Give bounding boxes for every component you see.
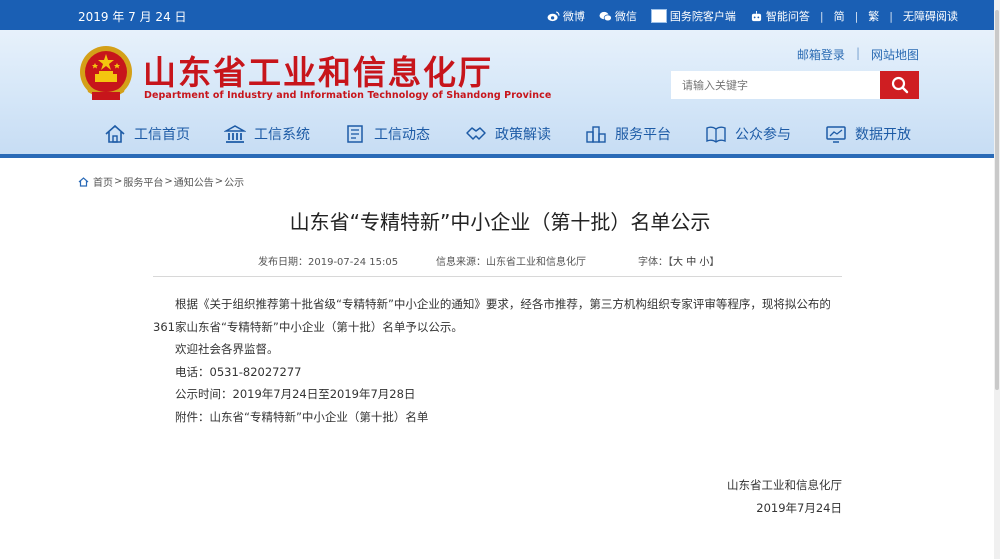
nav-label: 工信系统 [254,127,310,143]
gov-client-icon [650,9,667,23]
book-icon [706,126,726,143]
search-button[interactable] [880,71,919,99]
breadcrumb-home[interactable]: 首页 [93,174,113,189]
weibo-link[interactable]: 微博 [547,8,585,24]
nav-label: 政策解读 [495,127,551,143]
nav-label: 服务平台 [615,127,671,143]
signature-date: 2019年7月24日 [756,501,842,515]
font-bracket-close: 】 [709,257,720,268]
smart-qa-link[interactable]: 智能问答 [750,8,810,24]
info-source: 信息来源：山东省工业和信息化厅 [436,257,586,268]
mail-login-link[interactable]: 邮箱登录 [797,46,845,63]
vertical-scrollbar[interactable] [994,0,1000,559]
nav-item-service[interactable]: 服务平台 [585,124,671,144]
article-title: 山东省“专精特新”中小企业（第十批）名单公示 [289,210,711,234]
weibo-label: 微博 [562,10,585,23]
data-screen-icon [826,126,846,143]
font-size-switcher: 字体：【大 中 小】 [638,253,719,268]
breadcrumb-notice[interactable]: 通知公告 [174,174,214,189]
weibo-icon [547,10,560,21]
accessible-reading-label: 无障碍阅读 [903,10,958,23]
paragraph-1-line-2: 361家山东省“专精特新”中小企业（第十批）名单予以公示。 [153,319,463,334]
traditional-link[interactable]: 繁 [868,8,879,24]
font-size-label: 字体： [638,257,668,268]
main-nav: 工信首页 工信系统 工信动态 政策解读 服务平台 公众参与 数据开放 [0,118,1000,154]
site-map-link[interactable]: 网站地图 [871,46,919,63]
nav-item-data[interactable]: 数据开放 [825,124,911,144]
gov-client-link[interactable]: 国务院客户端 [650,8,736,24]
handshake-icon [466,127,486,140]
article-body: 根据《关于组织推荐第十批省级“专精特新”中小企业的通知》要求，经各市推荐，第三方… [153,293,842,428]
separator: | [889,9,893,23]
accessible-reading-link[interactable]: 无障碍阅读 [903,8,958,24]
signature-org: 山东省工业和信息化厅 [727,478,842,492]
header-divider [0,154,1000,158]
current-date: 2019 年 7 月 24 日 [78,10,187,24]
top-bar: 2019 年 7 月 24 日 微博 微信 国务院客户端 智能问答 | 简 | … [0,0,1000,30]
building-icon [224,125,246,143]
breadcrumb-separator: > [214,176,224,187]
nav-label: 公众参与 [735,127,791,143]
nav-item-system[interactable]: 工信系统 [224,124,310,144]
nav-item-public[interactable]: 公众参与 [705,124,791,144]
nav-item-policy[interactable]: 政策解读 [465,124,551,144]
search-box [671,71,919,99]
search-icon [891,76,908,94]
breadcrumb-publicity[interactable]: 公示 [224,174,244,189]
smart-qa-label: 智能问答 [765,10,810,23]
breadcrumb-separator: > [114,176,123,187]
breadcrumb: 首页 > 服务平台 > 通知公告 > 公示 [78,174,244,189]
wechat-icon [599,11,612,21]
font-size-small[interactable]: 小 [699,257,709,268]
document-icon [347,125,363,143]
meta-divider [153,276,842,277]
nav-item-news[interactable]: 工信动态 [344,124,430,144]
publish-date: 发布日期：2019-07-24 15:05 [258,257,399,268]
separator: | [855,46,860,60]
paragraph-2: 欢迎社会各界监督。 [175,342,279,356]
article-signature: 山东省工业和信息化厅 2019年7月24日 [727,474,842,520]
nav-label: 工信首页 [134,127,190,143]
attachment-link[interactable]: 附件：山东省“专精特新”中小企业（第十批）名单 [153,406,842,429]
breadcrumb-service[interactable]: 服务平台 [123,174,163,189]
header-links: 邮箱登录 | 网站地图 [797,46,919,63]
font-size-large[interactable]: 大 [673,257,683,268]
site-name-en: Department of Industry and Information T… [144,90,552,101]
weixin-link[interactable]: 微信 [599,8,637,24]
simplified-label: 简 [833,10,845,23]
font-size-medium[interactable]: 中 [686,257,696,268]
nav-label: 工信动态 [374,127,430,143]
scrollbar-thumb[interactable] [995,10,999,390]
city-icon [586,126,606,143]
top-links: 微博 微信 国务院客户端 智能问答 | 简 | 繁 | 无障碍阅读 [533,8,958,24]
site-header: 山东省工业和信息化厅 Department of Industry and In… [0,30,1000,158]
national-emblem-icon[interactable] [78,44,134,104]
weixin-label: 微信 [614,10,637,23]
robot-icon [751,10,761,21]
publicity-period: 公示时间：2019年7月24日至2019年7月28日 [175,387,416,401]
home-icon [105,124,125,143]
article-meta: 发布日期：2019-07-24 15:05 信息来源：山东省工业和信息化厅 字体… [258,253,719,268]
nav-item-home[interactable]: 工信首页 [104,124,190,144]
simplified-link[interactable]: 简 [834,8,845,24]
gov-client-label: 国务院客户端 [669,10,736,23]
site-name-cn[interactable]: 山东省工业和信息化厅 [143,46,493,94]
nav-label: 数据开放 [855,127,911,143]
search-input[interactable] [671,71,880,99]
separator: | [819,9,824,23]
separator: | [854,9,859,23]
breadcrumb-home-icon [78,176,89,187]
breadcrumb-separator: > [164,176,173,187]
paragraph-1-line-1: 根据《关于组织推荐第十批省级“专精特新”中小企业的通知》要求，经各市推荐，第三方… [175,297,831,311]
traditional-label: 繁 [868,10,880,23]
contact-phone: 电话：0531-82027277 [175,364,302,379]
